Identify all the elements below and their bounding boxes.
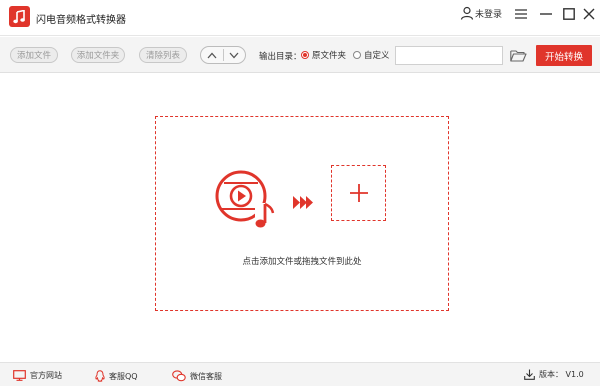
move-down-button[interactable] bbox=[224, 47, 246, 63]
chat-icon bbox=[172, 370, 186, 382]
double-chevron-right-icon bbox=[293, 196, 313, 209]
login-status-label: 未登录 bbox=[475, 9, 503, 20]
qq-icon bbox=[95, 370, 105, 382]
file-drop-zone[interactable]: 点击添加文件或拖拽文件到此处 bbox=[155, 116, 449, 311]
clear-list-button[interactable]: 清除列表 bbox=[139, 47, 187, 63]
app-title: 闪电音频格式转换器 bbox=[36, 15, 126, 26]
minimize-button[interactable] bbox=[536, 4, 556, 24]
download-icon bbox=[524, 369, 535, 380]
browse-folder-button[interactable] bbox=[509, 47, 527, 63]
wechat-service-link[interactable]: 微信客服 bbox=[172, 370, 222, 382]
radio-custom-folder[interactable]: 自定义 bbox=[353, 49, 390, 61]
footer-bar: 官方网站 客服QQ 微信客服 版本： V1.0 bbox=[0, 362, 600, 386]
menu-icon bbox=[515, 9, 527, 19]
start-convert-button[interactable]: 开始转换 bbox=[536, 45, 592, 66]
radio-original-label: 原文件夹 bbox=[312, 51, 347, 61]
version-label: 版本： V1.0 bbox=[539, 370, 584, 379]
qq-label: 客服QQ bbox=[109, 371, 138, 381]
maximize-icon bbox=[563, 8, 575, 20]
title-bar: 闪电音频格式转换器 未登录 bbox=[0, 0, 600, 36]
music-video-icon bbox=[215, 170, 275, 229]
customer-service-qq-link[interactable]: 客服QQ bbox=[95, 370, 138, 382]
user-icon bbox=[460, 6, 474, 20]
chevron-down-icon bbox=[229, 52, 239, 58]
monitor-icon bbox=[13, 370, 26, 381]
close-button[interactable] bbox=[579, 4, 599, 24]
minimize-icon bbox=[540, 13, 552, 15]
output-directory-label: 输出目录： bbox=[259, 52, 302, 62]
drop-hint-text: 点击添加文件或拖拽文件到此处 bbox=[242, 257, 362, 267]
menu-button[interactable] bbox=[511, 4, 531, 24]
version-info: 版本： V1.0 bbox=[524, 369, 584, 380]
add-file-box[interactable] bbox=[331, 165, 386, 221]
official-website-link[interactable]: 官方网站 bbox=[13, 370, 62, 381]
reorder-buttons bbox=[200, 46, 246, 64]
radio-button-checked[interactable] bbox=[301, 51, 309, 59]
login-button[interactable]: 未登录 bbox=[460, 6, 502, 20]
add-file-button[interactable]: 添加文件 bbox=[10, 47, 58, 63]
chevron-up-icon bbox=[207, 52, 217, 58]
folder-icon bbox=[509, 49, 527, 62]
output-path-input[interactable] bbox=[395, 46, 503, 65]
add-folder-button[interactable]: 添加文件夹 bbox=[71, 47, 125, 63]
radio-custom-label: 自定义 bbox=[364, 51, 390, 61]
radio-original-folder[interactable]: 原文件夹 bbox=[301, 49, 346, 61]
close-icon bbox=[583, 8, 595, 20]
website-label: 官方网站 bbox=[30, 371, 62, 380]
move-up-button[interactable] bbox=[201, 47, 223, 63]
wechat-label: 微信客服 bbox=[190, 371, 222, 381]
maximize-button[interactable] bbox=[559, 4, 579, 24]
main-area: 点击添加文件或拖拽文件到此处 bbox=[0, 74, 600, 360]
plus-icon bbox=[349, 184, 368, 202]
radio-button[interactable] bbox=[353, 51, 361, 59]
music-note-icon bbox=[9, 6, 30, 27]
